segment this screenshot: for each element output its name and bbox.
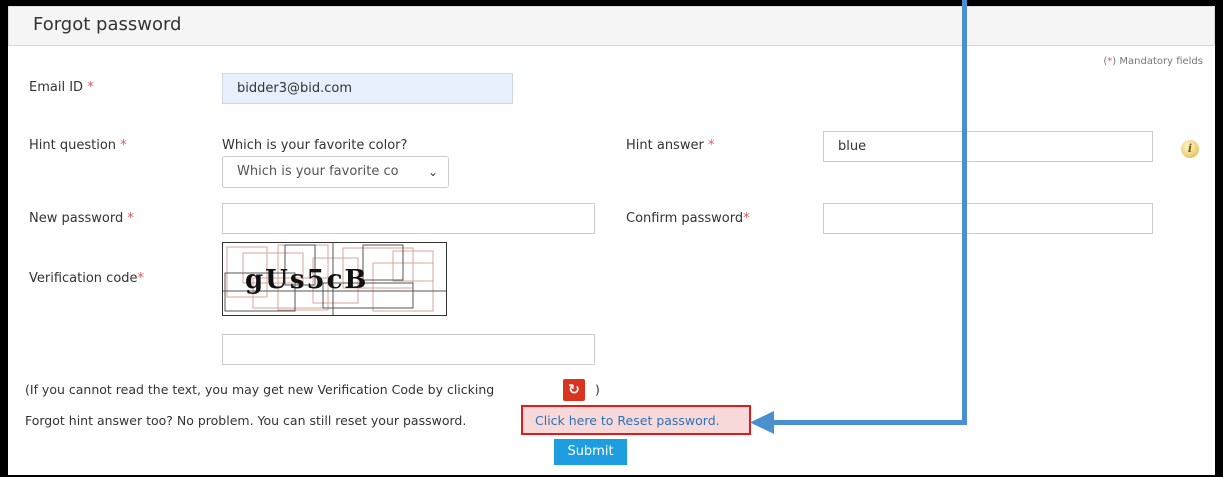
refresh-hint-text: (If you cannot read the text, you may ge… <box>25 382 495 397</box>
mandatory-note: (*) Mandatory fields <box>1103 56 1203 67</box>
info-icon[interactable]: i <box>1181 140 1199 158</box>
hint-question-select[interactable]: Which is your favorite co ⌄ <box>222 156 449 188</box>
chevron-down-icon: ⌄ <box>427 165 438 179</box>
verification-label: Verification code* <box>29 271 145 286</box>
confirm-password-label: Confirm password* <box>626 211 750 226</box>
captcha-image: gUs5cB <box>222 242 447 316</box>
hint-question-text: Which is your favorite color? <box>222 138 408 153</box>
captcha-text: gUs5cB <box>245 265 369 295</box>
new-password-label: New password * <box>29 211 134 226</box>
email-label: Email ID * <box>29 80 94 95</box>
hint-question-label: Hint question * <box>29 138 127 153</box>
forgot-hint-text: Forgot hint answer too? No problem. You … <box>25 413 467 428</box>
annotation-arrowhead <box>750 411 774 434</box>
annotation-arrow-horizontal <box>770 420 967 425</box>
refresh-icon[interactable]: ↻ <box>563 379 585 401</box>
page-title: Forgot password <box>33 14 182 35</box>
hint-answer-field[interactable]: blue <box>823 131 1153 162</box>
submit-button[interactable]: Submit <box>554 439 627 465</box>
annotation-arrow-vertical <box>962 0 967 425</box>
panel-header: Forgot password <box>8 6 1215 46</box>
refresh-hint-close: ) <box>595 382 600 397</box>
reset-password-link[interactable]: Click here to Reset password. <box>535 413 720 428</box>
verification-code-field[interactable] <box>222 334 595 365</box>
hint-answer-label: Hint answer * <box>626 138 715 153</box>
new-password-field[interactable] <box>222 203 595 234</box>
email-field[interactable]: bidder3@bid.com <box>222 73 513 104</box>
reset-password-highlight: Click here to Reset password. <box>521 405 751 435</box>
confirm-password-field[interactable] <box>823 203 1153 234</box>
